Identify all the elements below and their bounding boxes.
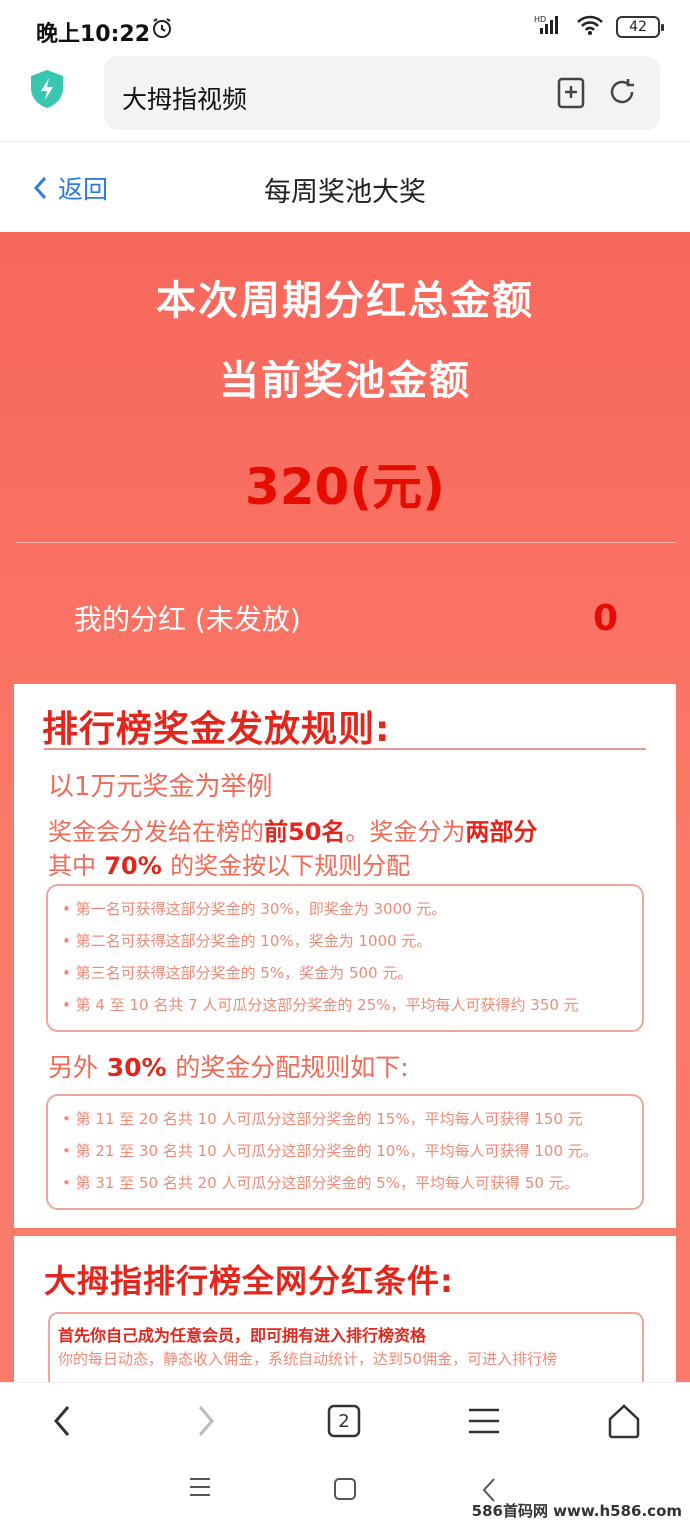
recent-apps-icon[interactable] (188, 1476, 218, 1506)
address-bar[interactable]: 大拇指视频 (104, 56, 660, 130)
condition-line: 你的每日动态，静态收入佣金，系统自动统计，达到50佣金，可进入排行榜 (58, 1350, 558, 1368)
period-total-title: 本次周期分红总金额 (156, 278, 534, 324)
pool-amount-value: 320(元) (244, 458, 446, 516)
menu-icon[interactable] (462, 1399, 506, 1443)
list-item: • 第 31 至 50 名共 20 人可瓜分这部分奖金的 5%，平均每人可获得 … (62, 1174, 579, 1192)
divider (16, 542, 676, 543)
dividend-conditions-card: 大拇指排行榜全网分红条件: 首先你自己成为任意会员，即可拥有进入排行榜资格 你的… (14, 1236, 676, 1382)
page-title: 每周奖池大奖 (264, 177, 426, 208)
svg-text:HD: HD (534, 15, 546, 24)
wifi-icon (576, 14, 604, 40)
tabs-button[interactable]: 2 (322, 1399, 366, 1443)
my-dividend-value: 0 (592, 598, 618, 639)
security-shield-icon[interactable] (28, 68, 66, 114)
conditions-title: 大拇指排行榜全网分红条件: (44, 1262, 454, 1300)
divider (44, 748, 646, 750)
tabs-count: 2 (338, 1410, 350, 1432)
home-square-icon[interactable] (332, 1476, 362, 1506)
alarm-icon (150, 16, 174, 44)
list-item: • 第一名可获得这部分奖金的 30%，即奖金为 3000 元。 (62, 900, 447, 918)
conditions-box: 首先你自己成为任意会员，即可拥有进入排行榜资格 你的每日动态，静态收入佣金，系统… (48, 1312, 644, 1382)
signal-icon: HD (534, 14, 564, 40)
rules-percentage-text: 其中 70% 的奖金按以下规则分配 (48, 852, 411, 880)
back-nav-icon[interactable] (40, 1399, 84, 1443)
condition-line: 首先你自己成为任意会员，即可拥有进入排行榜资格 (58, 1326, 427, 1345)
page-url-title[interactable]: 大拇指视频 (122, 80, 247, 116)
list-item: • 第 11 至 20 名共 10 人可瓜分这部分奖金的 15%，平均每人可获得… (62, 1110, 583, 1128)
page-header: 返回 每周奖池大奖 (0, 142, 690, 232)
list-item: • 第 21 至 30 名共 10 人可瓜分这部分奖金的 10%，平均每人可获得… (62, 1142, 598, 1160)
rules-example: 以1万元奖金为举例 (48, 772, 273, 802)
list-item: • 第二名可获得这部分奖金的 10%，奖金为 1000 元。 (62, 932, 432, 950)
browser-bottom-nav: 2 (0, 1382, 690, 1458)
rules-part1-box: • 第一名可获得这部分奖金的 30%，即奖金为 3000 元。 • 第二名可获得… (46, 884, 644, 1032)
pool-amount-title: 当前奖池金额 (219, 358, 471, 404)
list-item: • 第三名可获得这部分奖金的 5%，奖金为 500 元。 (62, 964, 413, 982)
rules-part2-box: • 第 11 至 20 名共 10 人可瓜分这部分奖金的 15%，平均每人可获得… (46, 1094, 644, 1210)
ranking-rules-card: 排行榜奖金发放规则: 以1万元奖金为举例 奖金会分发给在榜的前50名。奖金分为两… (14, 684, 676, 1228)
rules-title: 排行榜奖金发放规则: (42, 709, 391, 750)
browser-toolbar: 大拇指视频 (0, 48, 690, 142)
rules-distribution-text: 奖金会分发给在榜的前50名。奖金分为两部分 (48, 818, 538, 846)
reload-icon[interactable] (606, 76, 638, 112)
rules-other-text: 另外 30% 的奖金分配规则如下: (48, 1053, 409, 1082)
my-dividend-label: 我的分红 (未发放) (74, 603, 301, 636)
home-icon[interactable] (602, 1399, 646, 1443)
battery-icon: 42 (616, 16, 664, 38)
add-bookmark-icon[interactable] (556, 76, 586, 114)
list-item: • 第 4 至 10 名共 7 人可瓜分这部分奖金的 25%，平均每人可获得约 … (62, 996, 579, 1014)
forward-nav-icon[interactable] (184, 1399, 228, 1443)
status-time: 晚上10:22 (36, 22, 151, 47)
watermark: 586首码网 www.h586.com (471, 1502, 682, 1520)
